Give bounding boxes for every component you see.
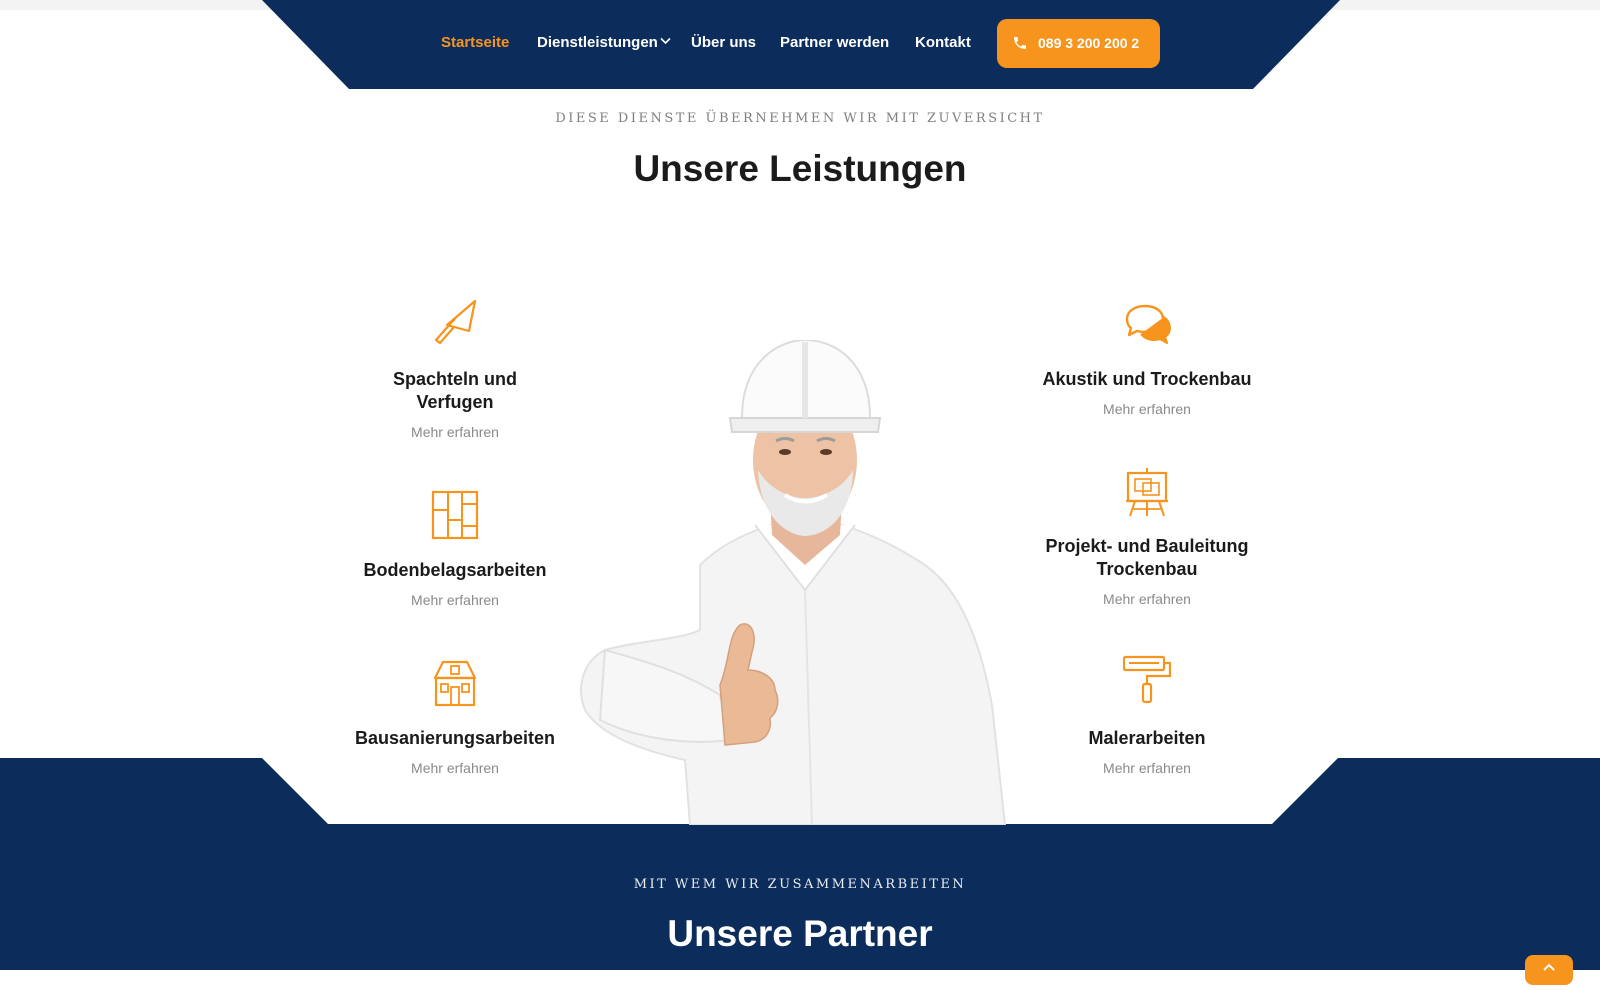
mehr-erfahren-link[interactable]: Mehr erfahren: [325, 760, 585, 776]
services-title: Unsere Leistungen: [633, 148, 967, 189]
partners-kicker: MIT WEM WIR ZUSAMMENARBEITEN: [633, 877, 967, 892]
worker-thumbs-up-image: [580, 340, 1007, 825]
mehr-erfahren-link[interactable]: Mehr erfahren: [1017, 401, 1277, 417]
paint-roller-icon: [1123, 655, 1171, 704]
service-title-line2: Verfugen: [416, 392, 494, 412]
phone-icon: [1014, 37, 1026, 49]
mehr-erfahren-link[interactable]: Mehr erfahren: [1017, 760, 1277, 776]
service-title-line1: Akustik und Trockenbau: [1042, 369, 1252, 389]
nav-item-kontakt[interactable]: Kontakt: [915, 34, 971, 51]
phone-button[interactable]: 089 3 200 200 2: [997, 19, 1160, 68]
mehr-erfahren-link[interactable]: Mehr erfahren: [1017, 591, 1277, 607]
main-navigation: Startseite Dienstleistungen Über uns Par…: [0, 0, 1600, 89]
floor-tiles-icon: [431, 490, 479, 540]
mehr-erfahren-link[interactable]: Mehr erfahren: [325, 592, 585, 608]
service-title-line1: Spachteln und: [392, 369, 517, 389]
speech-bubbles-icon: [1125, 304, 1171, 344]
service-title-line1: Malerarbeiten: [1088, 728, 1206, 748]
services-kicker: DIESE DIENSTE ÜBERNEHMEN WIR MIT ZUVERSI…: [555, 111, 1045, 126]
nav-item-ueber-uns[interactable]: Über uns: [691, 34, 756, 51]
house-icon: [433, 660, 477, 707]
service-title-line2: Trockenbau: [1096, 559, 1198, 579]
mehr-erfahren-link[interactable]: Mehr erfahren: [325, 424, 585, 440]
service-title-line1: Projekt- und Bauleitung: [1045, 536, 1249, 556]
scroll-to-top-button[interactable]: [1525, 955, 1573, 985]
partners-title: Unsere Partner: [667, 913, 933, 954]
blueprint-easel-icon: [1126, 468, 1168, 517]
chevron-up-icon: [1543, 963, 1555, 971]
chevron-down-icon[interactable]: [660, 37, 671, 45]
nav-item-dienstleistungen[interactable]: Dienstleistungen: [537, 34, 658, 51]
phone-number: 089 3 200 200 2: [1038, 35, 1140, 51]
service-title-line1: Bausanierungsarbeiten: [354, 728, 556, 748]
nav-item-partner-werden[interactable]: Partner werden: [780, 34, 889, 51]
nav-item-startseite[interactable]: Startseite: [441, 34, 509, 51]
trowel-icon: [434, 299, 477, 345]
service-title-line1: Bodenbelagsarbeiten: [363, 560, 547, 580]
